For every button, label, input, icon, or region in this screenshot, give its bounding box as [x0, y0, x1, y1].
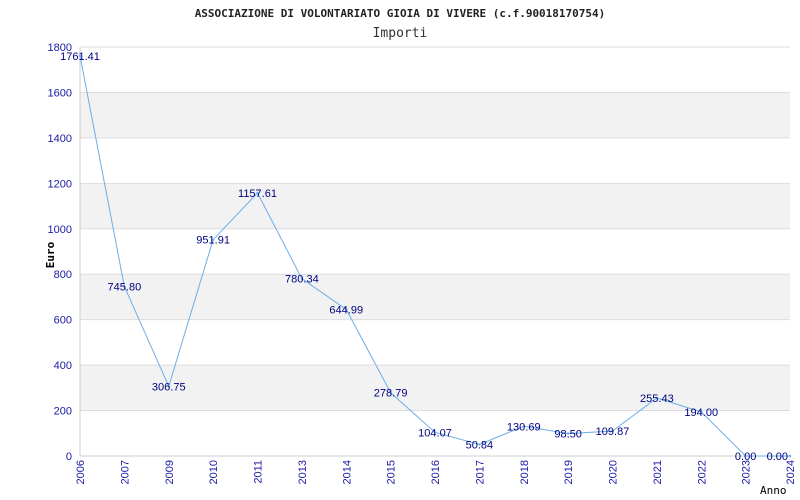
x-tick-label: 2010 [208, 460, 220, 484]
y-tick-label: 1000 [48, 224, 72, 236]
data-label: 644.99 [329, 304, 363, 316]
y-tick-label: 800 [54, 269, 72, 281]
y-tick-label: 200 [54, 406, 72, 418]
x-tick-label: 2006 [75, 460, 87, 484]
data-label: 0.00 [735, 451, 756, 463]
y-axis-label: Euro [44, 241, 57, 268]
x-tick-label: 2019 [563, 460, 575, 484]
x-tick-label: 2020 [608, 460, 620, 484]
data-label: 0.00 [767, 451, 788, 463]
data-label: 278.79 [374, 388, 408, 400]
chart-title: ASSOCIAZIONE DI VOLONTARIATO GIOIA DI VI… [195, 7, 606, 20]
x-tick-label: 2024 [785, 460, 797, 484]
data-label: 109.87 [596, 426, 630, 438]
data-label: 306.75 [152, 381, 186, 393]
data-label: 194.00 [684, 407, 718, 419]
x-tick-label: 2013 [297, 460, 309, 484]
line-chart: 020040060080010001200140016001800 2006 20… [44, 7, 797, 497]
data-label: 104.07 [418, 427, 452, 439]
grid-band [80, 365, 790, 411]
y-tick-label: 1400 [48, 133, 72, 145]
data-label: 951.91 [196, 235, 230, 247]
x-tick-label: 2009 [164, 460, 176, 484]
chart-subtitle: Importi [373, 26, 428, 41]
x-tick-label: 2014 [341, 460, 353, 484]
y-tick-label: 400 [54, 360, 72, 372]
x-axis-label: Anno [760, 484, 787, 497]
y-tick-label: 600 [54, 315, 72, 327]
data-label: 745.80 [108, 282, 142, 294]
grid-band [80, 92, 790, 138]
chart: 0 200 400 600 800 1000 1200 1400 1600 1800 2006 20… [0, 0, 800, 500]
grid-band [80, 274, 790, 320]
y-tick-label: 0 [66, 451, 72, 463]
data-label: 1157.61 [238, 188, 277, 200]
x-tick-label: 2011 [253, 460, 265, 484]
data-label: 98.50 [554, 429, 582, 441]
x-tick-label: 2016 [430, 460, 442, 484]
x-tick-label: 2023 [741, 460, 753, 484]
data-label: 1761.41 [60, 51, 100, 63]
x-tick-label: 2007 [119, 460, 131, 484]
data-label: 130.69 [507, 421, 541, 433]
grid-band [80, 183, 790, 229]
data-label: 50.84 [466, 439, 494, 451]
x-tick-label: 2015 [386, 460, 398, 484]
data-label: 255.43 [640, 393, 674, 405]
data-point [788, 454, 792, 458]
x-tick-label: 2018 [519, 460, 531, 484]
x-tick-label: 2022 [696, 460, 708, 484]
y-tick-label: 1600 [48, 87, 72, 99]
data-label: 780.34 [285, 274, 319, 286]
x-tick-label: 2021 [652, 460, 664, 484]
y-tick-label: 1200 [48, 178, 72, 190]
x-tick-label: 2017 [474, 460, 486, 484]
